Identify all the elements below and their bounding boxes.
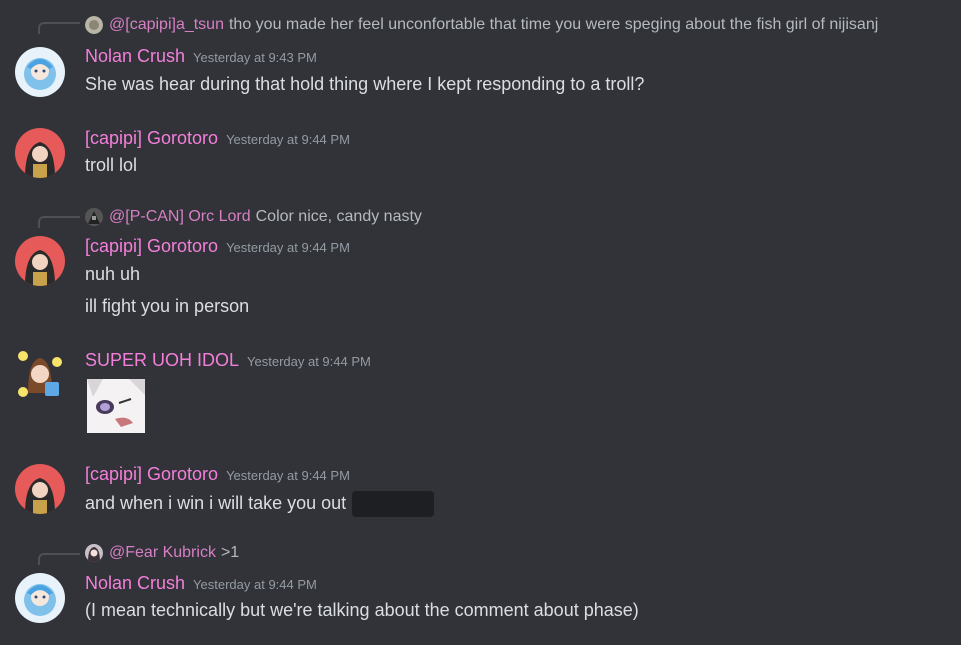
message-text: nuh uh	[85, 264, 141, 284]
author-name[interactable]: [capipi] Gorotoro Yesterday at 9:44 PM	[85, 464, 350, 485]
author-name[interactable]: [capipi] Gorotoro Yesterday at 9:44 PM	[85, 236, 350, 257]
avatar[interactable]	[15, 573, 65, 623]
avatar[interactable]	[15, 348, 65, 398]
reply-avatar	[85, 16, 103, 34]
author-name[interactable]: [capipi] Gorotoro Yesterday at 9:44 PM	[85, 128, 350, 149]
reply-text: >1	[220, 544, 240, 561]
reply-spine	[38, 22, 80, 34]
avatar[interactable]	[15, 128, 65, 178]
reply-text: Color nice, candy nasty	[255, 208, 422, 225]
timestamp: Yesterday at 9:44 PM	[193, 577, 317, 592]
reply-username[interactable]: @Fear Kubrick	[109, 544, 216, 562]
message-text: (I mean technically but we're talking ab…	[85, 600, 639, 620]
avatar[interactable]	[15, 464, 65, 514]
author-name[interactable]: SUPER UOH IDOL Yesterday at 9:44 PM	[85, 350, 371, 371]
message-text: troll lol	[85, 155, 138, 175]
timestamp: Yesterday at 9:43 PM	[193, 50, 317, 65]
author-name[interactable]: Nolan Crush Yesterday at 9:44 PM	[85, 573, 317, 594]
reply-spine	[38, 553, 80, 565]
reply-username[interactable]: @[capipi]a_tsun	[109, 16, 224, 34]
custom-emoji[interactable]	[85, 377, 147, 435]
reply-username[interactable]: @[P-CAN] Orc Lord	[109, 208, 251, 226]
reply-spine	[38, 216, 80, 228]
reply-preview[interactable]: @[capipi]a_tsun tho you made her feel un…	[85, 16, 878, 34]
message-text: and when i win i will take you out	[85, 491, 435, 517]
message-text: ill fight you in person	[85, 296, 250, 316]
reply-avatar	[85, 208, 103, 226]
avatar[interactable]	[15, 47, 65, 97]
reply-preview[interactable]: @Fear Kubrick >1	[85, 544, 239, 562]
reply-avatar	[85, 544, 103, 562]
reply-text: tho you made her feel unconfortable that…	[228, 16, 879, 33]
timestamp: Yesterday at 9:44 PM	[226, 132, 350, 147]
timestamp: Yesterday at 9:44 PM	[226, 468, 350, 483]
timestamp: Yesterday at 9:44 PM	[226, 240, 350, 255]
avatar[interactable]	[15, 236, 65, 286]
reply-preview[interactable]: @[P-CAN] Orc Lord Color nice, candy nast…	[85, 208, 422, 226]
author-name[interactable]: Nolan Crush Yesterday at 9:43 PM	[85, 46, 317, 67]
message-text: She was hear during that hold thing wher…	[85, 74, 645, 94]
spoiler-block[interactable]	[352, 491, 435, 517]
message-text-content: and when i win i will take you out	[85, 492, 347, 513]
timestamp: Yesterday at 9:44 PM	[247, 354, 371, 369]
